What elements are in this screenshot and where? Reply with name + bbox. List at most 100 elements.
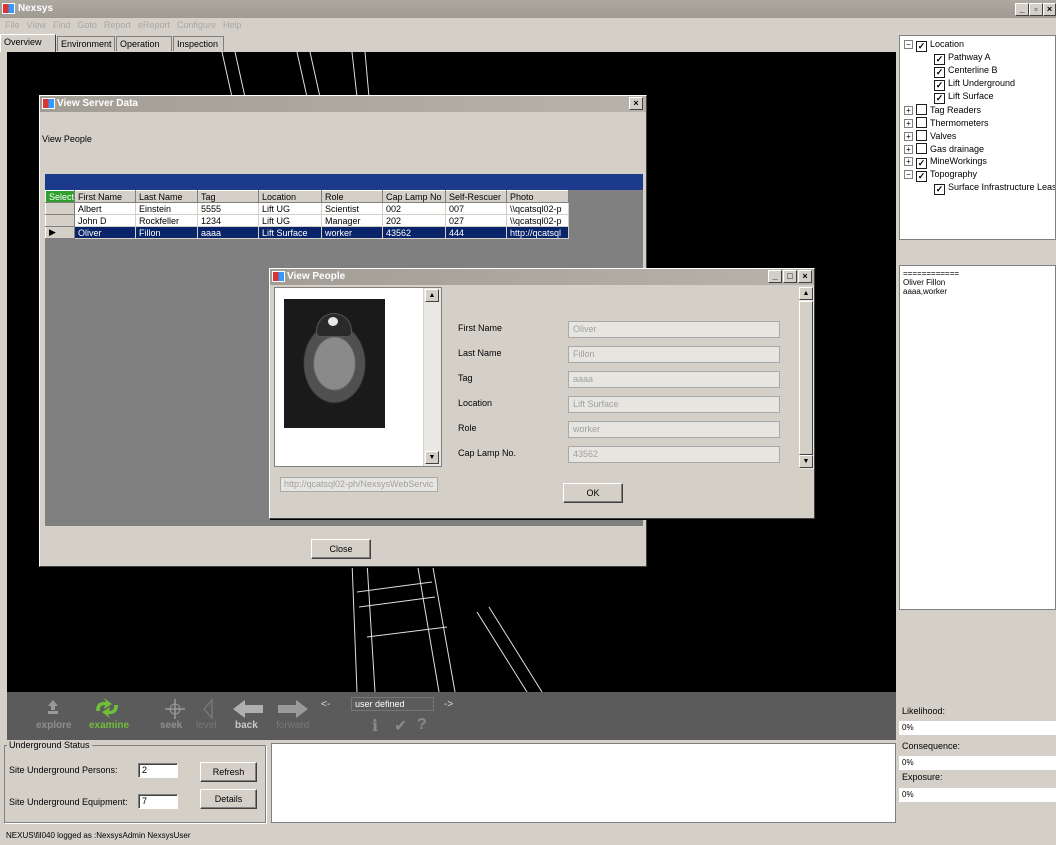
expand-icon[interactable]: + — [904, 106, 913, 115]
tree-node[interactable]: + Thermometers — [904, 117, 1055, 130]
seek-button[interactable]: seek — [160, 720, 182, 731]
field-value[interactable]: Lift Surface — [568, 396, 780, 413]
explore-button[interactable]: explore — [36, 720, 72, 731]
menu-item-configure[interactable]: Configure — [177, 20, 216, 30]
field-value[interactable]: 43562 — [568, 446, 780, 463]
menu-item-goto[interactable]: Goto — [77, 20, 97, 30]
row-selector[interactable]: ▶ — [45, 226, 75, 239]
tree-node[interactable]: ✓ Pathway A — [904, 52, 1055, 65]
checkbox[interactable] — [916, 130, 927, 141]
menu-item-view[interactable]: View — [27, 20, 46, 30]
scroll-thumb[interactable] — [799, 301, 813, 455]
examine-icon[interactable] — [92, 697, 122, 719]
expand-icon[interactable]: + — [904, 157, 913, 166]
scroll-up-icon[interactable]: ▲ — [799, 287, 813, 300]
tree-node[interactable]: + ✓ MineWorkings — [904, 156, 1055, 169]
expand-icon[interactable]: + — [904, 145, 913, 154]
examine-button[interactable]: examine — [89, 720, 129, 731]
column-header[interactable]: Tag — [197, 190, 259, 203]
expand-icon[interactable]: + — [904, 119, 913, 128]
scroll-down-icon[interactable]: ▼ — [799, 455, 813, 468]
persons-field[interactable]: 2 — [138, 763, 178, 778]
scroll-up-icon[interactable]: ▲ — [425, 289, 439, 302]
checkbox[interactable]: ✓ — [916, 171, 927, 182]
column-header[interactable]: Select — [45, 190, 75, 203]
details-button[interactable]: Details — [200, 789, 257, 809]
table-row[interactable]: Albert Einstein 5555 Lift UG Scientist 002 007… — [45, 202, 569, 215]
close-icon[interactable]: × — [1043, 3, 1056, 16]
column-header[interactable]: Location — [258, 190, 322, 203]
column-header[interactable]: First Name — [74, 190, 136, 203]
minimize-icon[interactable]: _ — [1015, 3, 1029, 16]
seek-icon[interactable] — [164, 698, 186, 720]
tree-node[interactable]: + Gas drainage — [904, 143, 1055, 156]
column-header[interactable]: Photo — [506, 190, 569, 203]
menu-item-file[interactable]: File — [5, 20, 20, 30]
close-icon[interactable]: × — [629, 97, 643, 110]
checkbox[interactable]: ✓ — [934, 93, 945, 104]
back-arrow-icon[interactable] — [232, 698, 264, 720]
checkbox[interactable]: ✓ — [934, 54, 945, 65]
forward-arrow-icon[interactable] — [277, 698, 309, 720]
tree-node[interactable]: + Valves — [904, 130, 1055, 143]
checkbox[interactable] — [916, 104, 927, 115]
scroll-down-icon[interactable]: ▼ — [425, 451, 439, 464]
tree-node[interactable]: ✓ Lift Underground — [904, 78, 1055, 91]
level-button[interactable]: level — [196, 720, 217, 731]
expand-icon[interactable]: + — [904, 132, 913, 141]
collapse-icon[interactable]: − — [904, 170, 913, 179]
tree-node[interactable]: + Tag Readers — [904, 104, 1055, 117]
photo-scrollbar[interactable]: ▲ ▼ — [423, 288, 441, 466]
column-header[interactable]: Last Name — [135, 190, 198, 203]
explore-icon[interactable] — [43, 698, 63, 718]
checkbox[interactable]: ✓ — [934, 80, 945, 91]
checkbox[interactable] — [916, 117, 927, 128]
ok-button[interactable]: OK — [563, 483, 623, 503]
row-selector[interactable] — [45, 214, 75, 227]
tab-inspection[interactable]: Inspection — [173, 36, 224, 51]
close-icon[interactable]: × — [798, 270, 812, 283]
tab-overview[interactable]: Overview — [0, 34, 56, 52]
refresh-button[interactable]: Refresh — [200, 762, 257, 782]
table-row[interactable]: ▶ Oliver Fillon aaaa Lift Surface worker 43562… — [45, 226, 569, 239]
previous-viewpoint-button[interactable]: <- — [321, 699, 330, 710]
minimize-icon[interactable]: _ — [768, 270, 782, 283]
checkbox[interactable]: ✓ — [934, 184, 945, 195]
equipment-field[interactable]: 7 — [138, 794, 178, 809]
next-viewpoint-button[interactable]: -> — [444, 699, 453, 710]
checkbox[interactable]: ✓ — [916, 158, 927, 169]
checkbox[interactable]: ✓ — [916, 41, 927, 52]
tree-node[interactable]: − ✓ Topography — [904, 169, 1055, 182]
close-button[interactable]: Close — [311, 539, 371, 559]
level-icon[interactable] — [200, 698, 216, 720]
field-value[interactable]: aaaa — [568, 371, 780, 388]
column-header[interactable]: Cap Lamp No — [382, 190, 446, 203]
restore-icon[interactable]: ▫ — [1029, 3, 1043, 16]
info-icon[interactable]: i — [372, 716, 378, 735]
back-button[interactable]: back — [235, 720, 258, 731]
checkbox[interactable]: ✓ — [934, 67, 945, 78]
menu-item-help[interactable]: Help — [223, 20, 242, 30]
checkmark-icon[interactable]: ✔ — [394, 716, 407, 736]
column-header[interactable]: Self-Rescuer — [445, 190, 507, 203]
collapse-icon[interactable]: − — [904, 40, 913, 49]
tree-node[interactable]: ✓ Centerline B — [904, 65, 1055, 78]
maximize-icon[interactable]: □ — [783, 270, 797, 283]
table-row[interactable]: John D Rockfeller 1234 Lift UG Manager 202 027… — [45, 214, 569, 227]
layer-tree[interactable]: − ✓ Location ✓ Pathway A ✓ Centerline B ✓ Lift U… — [899, 35, 1056, 240]
field-value[interactable]: Fillon — [568, 346, 780, 363]
field-value[interactable]: worker — [568, 421, 780, 438]
menu-item-ereport[interactable]: eReport — [138, 20, 170, 30]
tab-environment[interactable]: Environment — [57, 36, 115, 51]
checkbox[interactable] — [916, 143, 927, 154]
tree-node[interactable]: ✓ Lift Surface — [904, 91, 1055, 104]
row-selector[interactable] — [45, 202, 75, 215]
photo-url-field[interactable]: http://qcatsql02-ph/NexsysWebServic — [280, 477, 438, 492]
tab-operation[interactable]: Operation — [116, 36, 172, 51]
column-header[interactable]: Role — [321, 190, 383, 203]
field-value[interactable]: Oliver — [568, 321, 780, 338]
menu-item-report[interactable]: Report — [104, 20, 131, 30]
tree-node[interactable]: − ✓ Location — [904, 39, 1055, 52]
tree-node[interactable]: ✓ Surface Infrastructure Lease — [904, 182, 1055, 195]
forward-button[interactable]: forward — [276, 720, 309, 731]
